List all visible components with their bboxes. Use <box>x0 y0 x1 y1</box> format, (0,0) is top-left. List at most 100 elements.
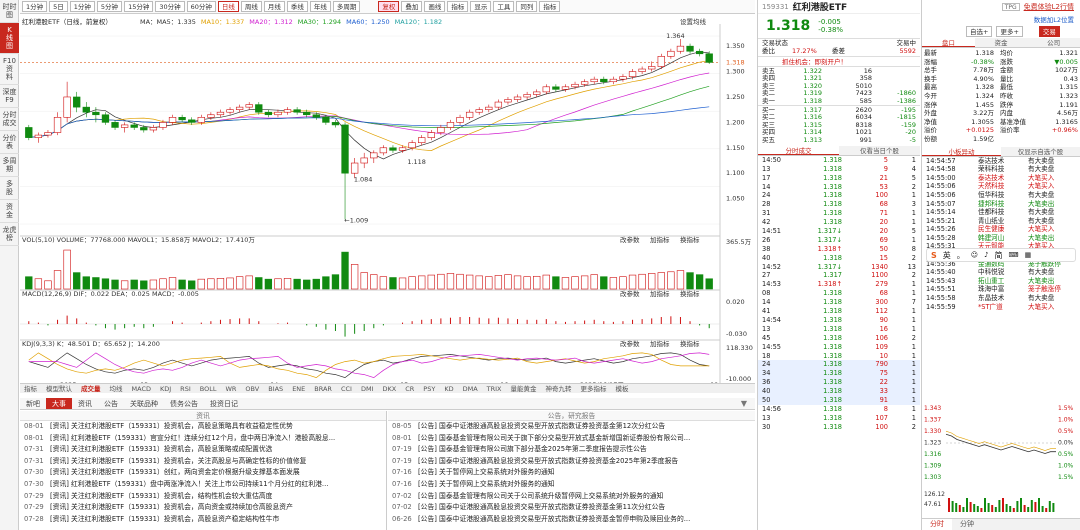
news-row[interactable]: 08-01 [资讯] 关注红利港股ETF（159331）投资机会，高股息策略具有收… <box>20 421 386 433</box>
news-tab-0[interactable]: 新吧 <box>20 398 46 409</box>
news-title[interactable]: [公告] 国泰中证港股通高股息投资交易型开放式指数证券投资基金第12次分红公告 <box>418 421 665 433</box>
news-tab-6[interactable]: 投资日记 <box>204 398 244 409</box>
stats-tab-0[interactable]: 盘口 <box>922 38 975 47</box>
market-alert-row[interactable]: 14:55:59 *ST广道 大笔买入 <box>922 303 1080 312</box>
news-row[interactable]: 07-30 [资讯] 红利港股ETF（159331）盘中两涨净流入！关注上市公司持… <box>20 479 386 491</box>
tool-button-7[interactable]: 指标 <box>539 1 561 12</box>
alert-stock[interactable]: 天然科技 <box>978 182 1028 191</box>
period-button-9[interactable]: 月线 <box>263 1 285 12</box>
news-row[interactable]: 07-29 [资讯] 关注红利港股ETF（159331）投资机会，结构性机会较大重… <box>20 491 386 503</box>
indicator-tab-13[interactable]: CCI <box>337 384 356 393</box>
news-tab-5[interactable]: 债务公告 <box>164 398 204 409</box>
indicator-tab-1[interactable]: 模型默认 <box>42 384 76 393</box>
tick-tab-1[interactable]: 仅看当日个股 <box>839 146 920 155</box>
ime-simplified[interactable]: 简 <box>995 250 1003 261</box>
market-alert-row[interactable]: 14:55:58 东晶技术 有大卖盘 <box>922 294 1080 303</box>
indicator-tab-10[interactable]: BIAS <box>264 384 287 393</box>
news-title[interactable]: [公告] 国泰中证港股通高股息投资交易型开放式指数证券投资基金2025年第2季度… <box>418 456 678 468</box>
alert-stock[interactable]: 泰达技术 <box>978 157 1028 166</box>
tool-button-5[interactable]: 工具 <box>493 1 515 12</box>
period-button-5[interactable]: 30分钟 <box>155 1 185 12</box>
news-row[interactable]: 07-19 [公告] 国泰基金管理有限公司旗下部分基金2025年第二季度报告提示性… <box>388 444 755 456</box>
news-row[interactable]: 06-26 [公告] 国泰中证港股通高股息投资交易型开放式指数证券投资基金暂停申购… <box>388 514 755 526</box>
market-alert-row[interactable]: 14:55:40 中科悦锐 有大卖盘 <box>922 268 1080 277</box>
tool-button-3[interactable]: 指标 <box>447 1 469 12</box>
tool-button-2[interactable]: 画线 <box>424 1 446 12</box>
stats-tab-2[interactable]: 公司 <box>1027 38 1080 47</box>
leftbar-item-2[interactable]: F10 资 料 <box>0 54 19 85</box>
indicator-tab-2[interactable]: 成交量 <box>77 384 105 393</box>
indicator-tab-0[interactable]: 指标 <box>20 384 41 393</box>
news-row[interactable]: 07-29 [资讯] 关注红利港股ETF（159331）投资机会，高向资金或持续加… <box>20 502 386 514</box>
mini-tab-1[interactable]: 分钟 <box>952 519 982 530</box>
tool-button-4[interactable]: 显示 <box>470 1 492 12</box>
ime-lang[interactable]: 英 <box>943 250 951 261</box>
indicator-tab-21[interactable]: 量能黄金 <box>507 384 541 393</box>
period-button-12[interactable]: 多周期 <box>332 1 361 12</box>
news-row[interactable]: 07-31 [资讯] 关注红利港股ETF（159331）投资机会，关注高股息与高确… <box>20 456 386 468</box>
news-title[interactable]: [公告] 关于暂停网上交易系统对外服务的通知 <box>418 479 555 491</box>
period-button-7[interactable]: 日线 <box>217 1 239 12</box>
news-title[interactable]: [资讯] 红利港股ETF（159331）官宣分红！连续分红12个月，盘中两日净流… <box>50 433 335 445</box>
news-title[interactable]: [资讯] 关注红利港股ETF（159331）投资机会，高向资金或持续加仓高股息资… <box>50 502 293 514</box>
leftbar-item-8[interactable]: 资 金 <box>0 200 19 223</box>
news-tab-1[interactable]: 大事 <box>46 398 72 409</box>
add-watchlist-button[interactable]: 自选+ <box>966 25 993 37</box>
ime-punct[interactable]: 。 <box>957 250 965 261</box>
news-row[interactable]: 07-31 [资讯] 关注红利港股ETF（159331）投资机会，高股息策略或成配… <box>20 444 386 456</box>
market-alert-row[interactable]: 14:55:51 珠海中富 笼子触涨停 <box>922 285 1080 294</box>
kline-chart-area[interactable]: 红利港股ETF（日线，前复权） MA：MA5：1.335 MA10：1.337 MA… <box>20 14 755 384</box>
indicator-tab-8[interactable]: WR <box>221 384 240 393</box>
indicator-tab-11[interactable]: ENE <box>288 384 309 393</box>
news-row[interactable]: 07-16 [公告] 关于暂停网上交易系统对外服务的通知 <box>388 467 755 479</box>
news-tab-3[interactable]: 公告 <box>98 398 124 409</box>
indicator-tab-3[interactable]: 均线 <box>106 384 127 393</box>
period-button-11[interactable]: 年线 <box>309 1 331 12</box>
news-row[interactable]: 07-16 [公告] 关于暂停网上交易系统对外服务的通知 <box>388 479 755 491</box>
tool-button-1[interactable]: 叠加 <box>401 1 423 12</box>
alert-stock[interactable]: 东晶技术 <box>978 294 1028 303</box>
news-row[interactable]: 07-19 [公告] 国泰中证港股通高股息投资交易型开放式指数证券投资基金2025… <box>388 456 755 468</box>
news-title[interactable]: [资讯] 关注红利港股ETF（159331）投资机会，高股息策略或成配置优选 <box>50 444 272 456</box>
news-title[interactable]: [资讯] 关注红利港股ETF（159331）投资机会，高股息策略具有收益稳定性优… <box>50 421 293 433</box>
mini-tab-0[interactable]: 分时 <box>922 519 952 530</box>
leftbar-item-6[interactable]: 多周 期 <box>0 154 19 177</box>
news-title[interactable]: [公告] 国泰中证港股通高股息投资交易型开放式指数证券投资基金暂停申购及赎回业务… <box>418 514 690 526</box>
news-title[interactable]: [资讯] 关注红利港股ETF（159331）投资机会，结构性机会较大重估高度 <box>50 491 272 503</box>
period-button-1[interactable]: 5日 <box>49 1 68 12</box>
news-title[interactable]: [资讯] 关注红利港股ETF（159331）创红，两向资金定价根据升级支撑基本面… <box>50 467 300 479</box>
news-title[interactable]: [资讯] 关注红利港股ETF（159331）投资机会，高股息资产稳定结构性牛市 <box>50 514 279 526</box>
news-title[interactable]: [公告] 国泰中证港股通高股息投资交易型开放式指数证券投资基金第11次分红公告 <box>418 502 665 514</box>
alert-stock[interactable]: 中科悦锐 <box>978 268 1028 277</box>
indicator-tab-18[interactable]: KD <box>440 384 457 393</box>
indicator-tab-12[interactable]: BRAR <box>310 384 336 393</box>
news-row[interactable]: 08-05 [公告] 国泰中证港股通高股息投资交易型开放式指数证券投资基金第12次… <box>388 421 755 433</box>
news-title[interactable]: [公告] 国泰基金管理有限公司旗下部分基金2025年第二季度报告提示性公告 <box>418 444 647 456</box>
indicator-tab-4[interactable]: MACD <box>128 384 155 393</box>
news-title[interactable]: [资讯] 关注红利港股ETF（159331）投资机会，关注高股息与高确定性标的价… <box>50 456 306 468</box>
leftbar-item-1[interactable]: K 线 图 <box>0 23 19 54</box>
market-alert-row[interactable]: 14:55:14 佳都科技 有大卖盘 <box>922 208 1080 217</box>
news-title[interactable]: [资讯] 红利港股ETF（159331）盘中两涨净流入！关注上市公司持续11个月… <box>50 479 328 491</box>
alert-stock[interactable]: 青山纸业 <box>978 217 1028 226</box>
market-alert-row[interactable]: 14:54:58 荣科科技 有大卖盘 <box>922 165 1080 174</box>
period-button-8[interactable]: 周线 <box>240 1 262 12</box>
alert-stock[interactable]: 佳都科技 <box>978 208 1028 217</box>
more-button[interactable]: 更多+ <box>996 25 1023 37</box>
indicator-tab-7[interactable]: BOLL <box>196 384 221 393</box>
leftbar-item-9[interactable]: 龙虎 榜 <box>0 223 19 246</box>
indicator-tab-9[interactable]: OBV <box>241 384 263 393</box>
indicator-tab-5[interactable]: KDJ <box>156 384 175 393</box>
indicator-tab-6[interactable]: RSI <box>176 384 195 393</box>
period-button-2[interactable]: 1分钟 <box>69 1 95 12</box>
indicator-tab-16[interactable]: CR <box>401 384 418 393</box>
indicator-tab-24[interactable]: 模板 <box>612 384 633 393</box>
news-title[interactable]: [公告] 国泰基金管理有限公司关于公司系统升级暂停网上交易系统对外服务的通知 <box>418 491 663 503</box>
indicator-tab-19[interactable]: DMA <box>459 384 482 393</box>
promo-link[interactable]: 抓住机会：即刻开户！ <box>762 57 847 66</box>
stats-tab-1[interactable]: 资金 <box>975 38 1028 47</box>
indicator-tab-20[interactable]: TRIX <box>483 384 506 393</box>
alert-stock[interactable]: 恒华科技 <box>978 191 1028 200</box>
indicator-tab-17[interactable]: PSY <box>419 384 439 393</box>
period-button-4[interactable]: 15分钟 <box>124 1 154 12</box>
